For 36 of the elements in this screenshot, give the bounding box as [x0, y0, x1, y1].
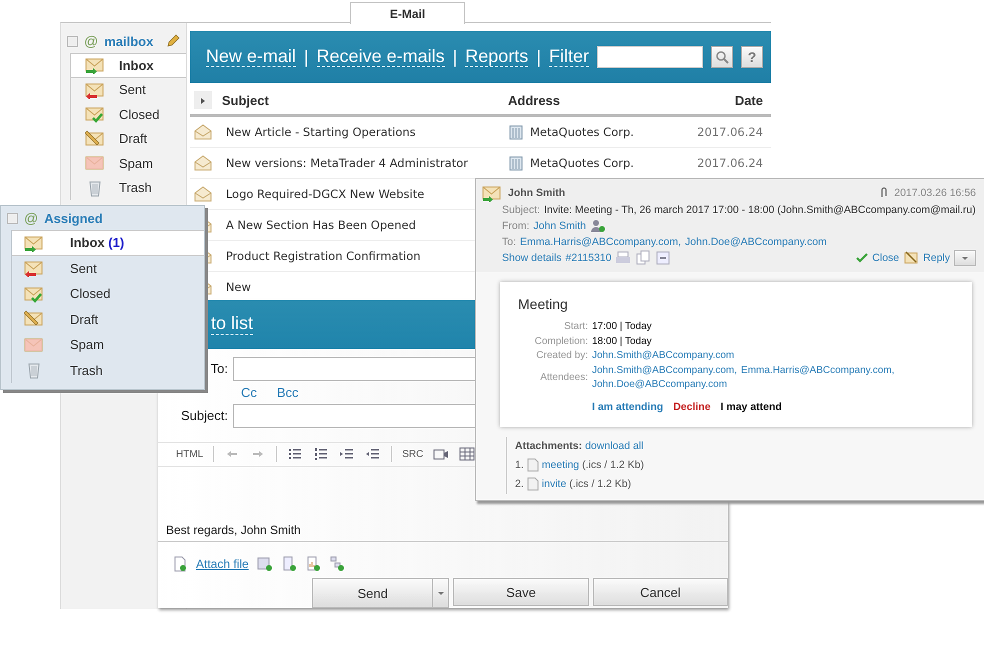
subject-label: Subject:: [180, 408, 228, 424]
attachment-info: (.ics / 1.2 Kb): [569, 476, 632, 492]
subject-cell: A New Section Has Been Opened: [226, 218, 416, 232]
date-cell: 2017.06.24: [697, 125, 763, 139]
attachment-index: 2.: [515, 476, 524, 492]
field-label: Start:: [563, 320, 588, 334]
sender-name: John Smith: [508, 186, 566, 201]
meeting-title: Meeting: [518, 296, 569, 312]
subject-label: Subject:: [502, 203, 540, 218]
at-icon: @: [24, 210, 38, 226]
field-value: 17:00 | Today: [592, 320, 652, 334]
to-label: To:: [502, 235, 516, 250]
attachment-info: (.ics / 1.2 Kb): [582, 458, 644, 472]
field-value: 18:00 | Today: [592, 334, 652, 348]
subject-cell: New: [226, 280, 251, 294]
message-subject: Invite: Meeting - Th, 26 march 2017 17:00 - 18:00 (John.Smith@ABCcompany.com@mail.ru): [544, 203, 976, 218]
separator: |: [452, 46, 458, 68]
address-cell: MetaQuotes Corp.: [530, 156, 634, 170]
field-label: Completion:: [534, 334, 588, 348]
message-date: 2017.03.26 16:56: [894, 186, 976, 201]
attachments-label: Attachments:: [515, 438, 582, 454]
separator: |: [536, 46, 541, 68]
from-label: From:: [502, 219, 530, 234]
field-label: Created by:: [535, 349, 588, 363]
to-label: To:: [210, 361, 228, 376]
at-icon: @: [84, 33, 98, 49]
field-label: Attendees:: [539, 370, 588, 385]
attachment-index: 1.: [515, 458, 524, 472]
subject-cell: Logo Required-DGCX New Website: [226, 187, 424, 201]
address-cell: MetaQuotes Corp.: [530, 125, 634, 139]
signature-text: Best regards, John Smith: [166, 523, 301, 537]
subject-cell: Product Registration Confirmation: [226, 249, 421, 263]
subject-cell: New versions: MetaTrader 4 Administrator: [226, 156, 468, 170]
separator: |: [304, 46, 309, 68]
subject-cell: New Article - Starting Operations: [226, 125, 416, 139]
date-cell: 2017.06.24: [697, 156, 763, 170]
